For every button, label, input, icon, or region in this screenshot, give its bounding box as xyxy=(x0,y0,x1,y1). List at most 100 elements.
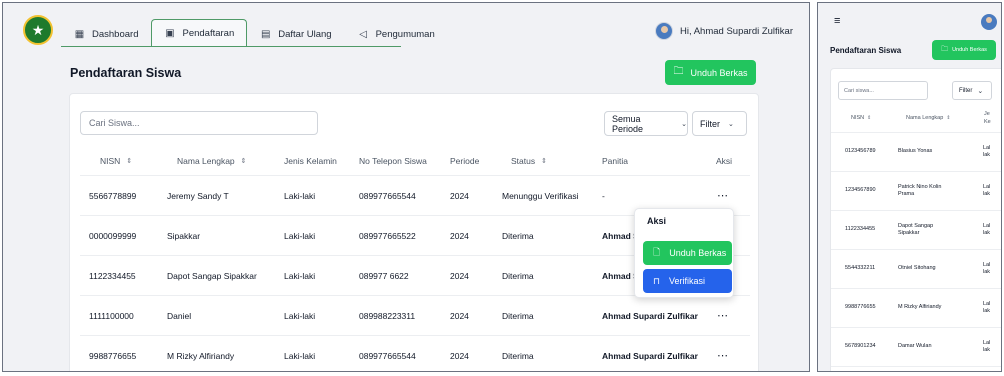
m-header-jenis-kelamin: Je Ke xyxy=(984,111,991,125)
lock-icon: ⊓ xyxy=(653,275,661,286)
m-cell-jk: Lal lak xyxy=(983,261,991,275)
sort-icon: ⇕ xyxy=(541,157,547,165)
table-header: NISN ⇕ Nama Lengkap ⇕ Jenis Kelamin No Tel… xyxy=(80,146,750,176)
nav-pengumuman[interactable]: ◁ Pengumuman xyxy=(345,21,448,47)
periode-select-label: Semua Periode xyxy=(612,113,644,134)
nav-pendaftaran[interactable]: ▣ Pendaftaran xyxy=(151,19,248,47)
table-row: 1234567890 Patrick Nino Kolin Prama Lal … xyxy=(831,172,1001,211)
cell-telepon: 089977665544 xyxy=(359,350,416,361)
cell-status: Menunggu Verifikasi xyxy=(502,190,579,201)
search-input[interactable]: Cari Siswa... xyxy=(80,111,318,135)
nav-underline xyxy=(61,46,401,47)
header-panitia: Panitia xyxy=(602,155,628,166)
cell-status: Diterima xyxy=(502,310,534,321)
header-nama-label: Nama Lengkap xyxy=(177,155,235,166)
cell-periode: 2024 xyxy=(450,350,469,361)
filter-dropdown[interactable]: Filter ⌄ xyxy=(692,111,747,136)
table-row: 9988776655 M Rizky Alfiriandy Lal lak xyxy=(831,289,1001,328)
mobile-search-input[interactable]: Cari siswa... xyxy=(838,81,928,100)
dashboard-icon: ▦ xyxy=(74,28,85,40)
m-cell-jk: Lal lak xyxy=(983,183,991,197)
header-nisn[interactable]: NISN ⇕ xyxy=(100,146,132,175)
hamburger-menu-icon[interactable]: ≡ xyxy=(834,15,840,27)
header-aksi: Aksi xyxy=(716,155,733,166)
nav-pendaftaran-label: Pendaftaran xyxy=(182,28,235,39)
m-cell-nisn: 5544332211 xyxy=(845,265,876,272)
cell-status: Diterima xyxy=(502,350,534,361)
desktop-view: ★ ▦ Dashboard ▣ Pendaftaran ▤ Daftar Ula… xyxy=(2,2,810,372)
cell-nisn: 1122334455 xyxy=(89,270,136,281)
m-cell-nisn: 9988776655 xyxy=(845,304,876,311)
sort-icon: ⇕ xyxy=(126,157,133,165)
download-files-button[interactable]: 🗀 Unduh Berkas xyxy=(665,60,756,85)
popup-download-label: Unduh Berkas xyxy=(669,248,727,258)
cell-status: Diterima xyxy=(502,230,534,241)
cell-periode: 2024 xyxy=(450,230,469,241)
m-header-nisn[interactable]: NISN ⇕ xyxy=(851,105,871,132)
row-actions-icon[interactable]: ⋯ xyxy=(717,336,729,371)
mobile-download-button[interactable]: 🗀 Unduh Berkas xyxy=(932,40,996,60)
cell-telepon: 089988223311 xyxy=(359,310,416,321)
m-cell-jk: Lal lak xyxy=(983,339,991,353)
cell-nama: Jeremy Sandy T xyxy=(167,190,229,201)
header-periode: Periode xyxy=(450,155,480,166)
popup-download-button[interactable]: 🗋 Unduh Berkas xyxy=(643,241,732,265)
table-row: 0123456789 Blasius Yonas Lal lak xyxy=(831,133,1001,172)
m-cell-jk: Lal lak xyxy=(983,222,991,236)
cell-jenis-kelamin: Laki-laki xyxy=(284,270,316,281)
download-files-label: Unduh Berkas xyxy=(690,67,748,78)
header-status-label: Status xyxy=(511,155,536,166)
form-icon: ▣ xyxy=(165,28,175,39)
m-cell-nama: Blasius Yonas xyxy=(898,148,933,155)
periode-select[interactable]: Semua Periode ⌄ xyxy=(604,111,688,136)
row-actions-icon[interactable]: ⋯ xyxy=(717,296,729,335)
action-menu-popup: Aksi 🗋 Unduh Berkas ⊓ Verifikasi xyxy=(634,208,734,298)
nav-dashboard[interactable]: ▦ Dashboard xyxy=(61,21,151,47)
cell-jenis-kelamin: Laki-laki xyxy=(284,230,316,241)
cell-telepon: 089977665522 xyxy=(359,230,416,241)
sort-icon: ⇕ xyxy=(946,115,951,122)
m-cell-nisn: 0123456789 xyxy=(845,148,876,155)
verify-label: Verifikasi xyxy=(669,276,706,286)
user-greeting: Hi, Ahmad Supardi Zulfikar xyxy=(680,25,793,37)
table-row: 5544332211 Otniel Sitohang Lal lak xyxy=(831,250,1001,289)
table-row: 5678901234 Damar Wulan Lal lak xyxy=(831,328,1001,367)
nav-daftar-ulang[interactable]: ▤ Daftar Ulang xyxy=(247,21,344,47)
user-menu[interactable]: Hi, Ahmad Supardi Zulfikar xyxy=(655,22,793,40)
mobile-students-table: NISN ⇕ Nama Lengkap ⇕ Je Ke 0123456789 Bla… xyxy=(831,105,1001,367)
file-icon: 🗋 xyxy=(653,247,661,257)
header-status[interactable]: Status ⇕ xyxy=(511,146,547,175)
avatar xyxy=(655,22,673,40)
top-navbar: ★ ▦ Dashboard ▣ Pendaftaran ▤ Daftar Ula… xyxy=(3,3,809,53)
verify-button[interactable]: ⊓ Verifikasi xyxy=(643,269,732,293)
cell-nisn: 5566778899 xyxy=(89,190,137,201)
mobile-registration-card: Cari siswa... Filter ⌄ NISN ⇕ Nama Lengka… xyxy=(830,68,1001,371)
folder-icon: 🗀 xyxy=(941,45,949,53)
cell-nama: M Rizky Alfiriandy xyxy=(167,350,235,361)
cell-nisn: 0000099999 xyxy=(89,230,137,241)
megaphone-icon: ◁ xyxy=(359,28,367,40)
cell-nama: Daniel xyxy=(167,310,192,321)
chevron-down-icon: ⌄ xyxy=(681,120,687,128)
mobile-filter-label: Filter xyxy=(959,87,973,94)
m-header-nama[interactable]: Nama Lengkap ⇕ xyxy=(906,105,964,132)
chevron-down-icon: ⌄ xyxy=(977,87,984,95)
school-logo-icon[interactable]: ★ xyxy=(23,15,53,45)
mobile-filter-dropdown[interactable]: Filter ⌄ xyxy=(952,81,992,100)
header-telepon: No Telepon Siswa xyxy=(359,155,427,166)
header-nama[interactable]: Nama Lengkap ⇕ xyxy=(177,146,247,175)
cell-status: Diterima xyxy=(502,270,534,281)
main-nav: ▦ Dashboard ▣ Pendaftaran ▤ Daftar Ulang… xyxy=(61,19,448,47)
m-cell-nama: Patrick Nino Kolin Prama xyxy=(898,183,942,197)
avatar[interactable] xyxy=(981,14,997,30)
m-cell-nama: Damar Wulan xyxy=(898,343,932,350)
table-row: 9988776655 M Rizky Alfiriandy Laki-laki … xyxy=(80,336,750,371)
m-cell-nisn: 1234567890 xyxy=(845,187,876,194)
m-cell-jk: Lal lak xyxy=(983,300,991,314)
nav-dashboard-label: Dashboard xyxy=(92,28,139,40)
cell-nama: Sipakkar xyxy=(167,230,201,241)
mobile-page-title: Pendaftaran Siswa xyxy=(830,46,902,55)
filter-label: Filter xyxy=(700,118,720,129)
m-cell-nama: M Rizky Alfiriandy xyxy=(898,304,942,311)
page-title: Pendaftaran Siswa xyxy=(70,66,182,80)
